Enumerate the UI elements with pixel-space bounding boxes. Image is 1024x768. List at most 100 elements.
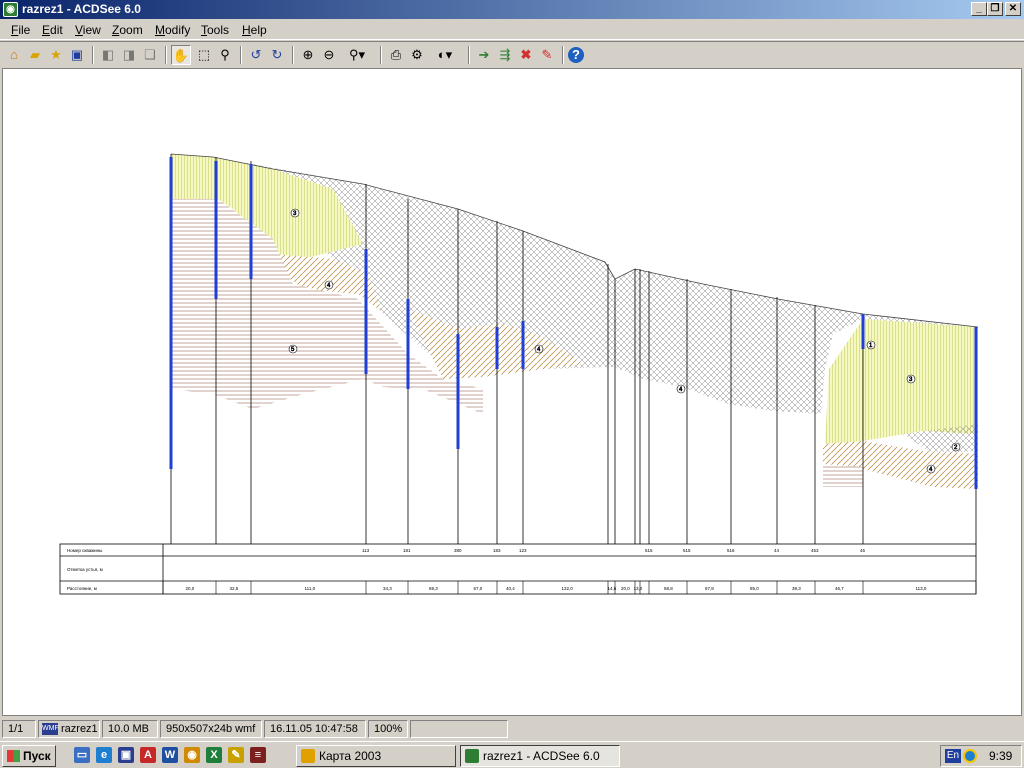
image-viewer[interactable]: 3 4 5 4 4 1 3 2 4 Номер скважины Отметка… [2,68,1022,716]
distance-value: 20,0 [186,586,195,591]
browse-icon[interactable]: ⌂ [4,45,24,65]
books-icon[interactable]: ≡ [250,747,266,763]
system-tray: En 9:39 [940,745,1022,767]
delete-icon[interactable]: ✖ [516,45,536,65]
task-karta-2003[interactable]: Карта 2003 [296,745,456,767]
well-number: 44 [774,548,780,553]
distance-value: 67,8 [705,586,714,591]
toolbar: ⌂ ▰ ★ ▣ ◧ ◨ ❏ ✋ ⬚ ⚲ ↺ ↻ ⊕ ⊖ ⚲▾ ⎙ ⚙ ◐▾ ➔ … [0,41,1024,67]
acdsee-icon[interactable]: ◉ [3,2,18,17]
close-button[interactable]: ✕ [1005,2,1021,16]
properties-icon[interactable]: ⚙ [407,45,427,65]
winamp-icon[interactable]: ◉ [184,747,200,763]
next-image-icon[interactable]: ◨ [119,45,139,65]
status-empty [410,720,508,738]
rotate-left-icon[interactable]: ↺ [246,45,266,65]
save-disk-icon[interactable]: ▣ [118,747,134,763]
menu-file[interactable]: File [11,23,30,37]
show-desktop-icon[interactable]: ▭ [74,747,90,763]
distance-value: 34,3 [383,586,392,591]
copy-image-icon[interactable]: ❏ [140,45,160,65]
well-number: 515 [683,548,691,553]
cross-section-drawing: 3 4 5 4 4 1 3 2 4 Номер скважины Отметка… [59,153,979,595]
select-tool-icon[interactable]: ⬚ [194,45,214,65]
prev-image-icon[interactable]: ◧ [98,45,118,65]
open-icon[interactable]: ▰ [25,45,45,65]
status-file: WMF razrez1 [38,720,100,738]
well-number: 45 [860,548,866,553]
start-button[interactable]: Пуск [2,745,56,767]
distance-value: 32,5 [230,586,239,591]
menu-modify[interactable]: Modify [155,23,190,37]
well-number: 453 [811,548,819,553]
status-bar: 1/1 WMF razrez1 10.0 MB 950x507x24b wmf … [0,718,1024,740]
table-label-well: Номер скважины [67,548,102,553]
status-zoom: 100% [368,720,408,738]
menu-tools[interactable]: Tools [201,23,229,37]
wmf-file-icon: WMF [42,723,59,735]
distance-value: 58,8 [664,586,673,591]
well-number: 515 [645,548,653,553]
rotate-right-icon[interactable]: ↻ [267,45,287,65]
pencil-icon[interactable]: ✎ [228,747,244,763]
menu-edit[interactable]: Edit [42,23,63,37]
menu-bar: File Edit View Zoom Modify Tools Help [0,19,1024,40]
move-to-icon[interactable]: ➔ [474,45,494,65]
title-bar: ◉ razrez1 - ACDSee 6.0 _ ❐ ✕ [0,0,1024,19]
well-number: 181 [403,548,411,553]
distance-value: 40,4 [506,586,515,591]
menu-zoom[interactable]: Zoom [112,23,143,37]
filter-icon[interactable]: ◐▾ [428,45,462,65]
distance-value: 39,3 [792,586,801,591]
status-page: 1/1 [2,720,36,738]
distance-value: 57,0 [474,586,483,591]
task-acdsee[interactable]: razrez1 - ACDSee 6.0 [460,745,620,767]
window-title: razrez1 - ACDSee 6.0 [22,2,141,16]
status-filename: razrez1 [61,723,98,735]
menu-help[interactable]: Help [242,23,267,37]
distance-value: 20,0 [621,586,630,591]
table-label-distance: Расстояние, м [67,586,97,591]
save-icon[interactable]: ▣ [67,45,87,65]
tray-app-icon[interactable] [963,749,977,763]
distance-value: 113,0 [916,586,927,591]
distance-value: 122,0 [562,586,574,591]
well-number: 516 [727,548,735,553]
well-number: 380 [454,548,462,553]
minimize-button[interactable]: _ [971,2,987,16]
language-indicator[interactable]: En [945,749,961,763]
excel-icon[interactable]: X [206,747,222,763]
word-icon[interactable]: W [162,747,178,763]
distance-value: 85,0 [750,586,759,591]
taskbar: Пуск ▭ e ▣ A W ◉ X ✎ ≡ Карта 2003 razrez… [0,741,1024,768]
distance-value: 14,6 [608,586,617,591]
zoom-menu-icon[interactable]: ⚲▾ [340,45,374,65]
well-number: 183 [493,548,501,553]
distance-value: 46,7 [835,586,844,591]
status-dimensions: 950x507x24b wmf [160,720,262,738]
menu-view[interactable]: View [75,23,101,37]
distance-value: 69,3 [429,586,438,591]
map-app-icon [301,749,315,763]
print-icon[interactable]: ⎙ [386,45,406,65]
help-icon[interactable]: ? [568,47,584,63]
well-number: 123 [519,548,527,553]
table-label-elevation: Отметка устья, м [67,567,103,572]
favorites-icon[interactable]: ★ [46,45,66,65]
acdsee-icon [465,749,479,763]
zoom-in-icon[interactable]: ⊕ [298,45,318,65]
windows-flag-icon [7,750,20,762]
copy-to-icon[interactable]: ⇶ [495,45,515,65]
status-modified: 16.11.05 10:47:58 [264,720,366,738]
edit-icon[interactable]: ✎ [537,45,557,65]
restore-button[interactable]: ❐ [987,2,1003,16]
ie-icon[interactable]: e [96,747,112,763]
acrobat-icon[interactable]: A [140,747,156,763]
distance-value: 111,0 [305,586,316,591]
zoom-tool-icon[interactable]: ⚲ [215,45,235,65]
well-number: 113 [362,548,370,553]
hand-tool-icon[interactable]: ✋ [171,45,191,65]
status-size: 10.0 MB [102,720,158,738]
clock: 9:39 [989,749,1013,763]
zoom-out-icon[interactable]: ⊖ [319,45,339,65]
